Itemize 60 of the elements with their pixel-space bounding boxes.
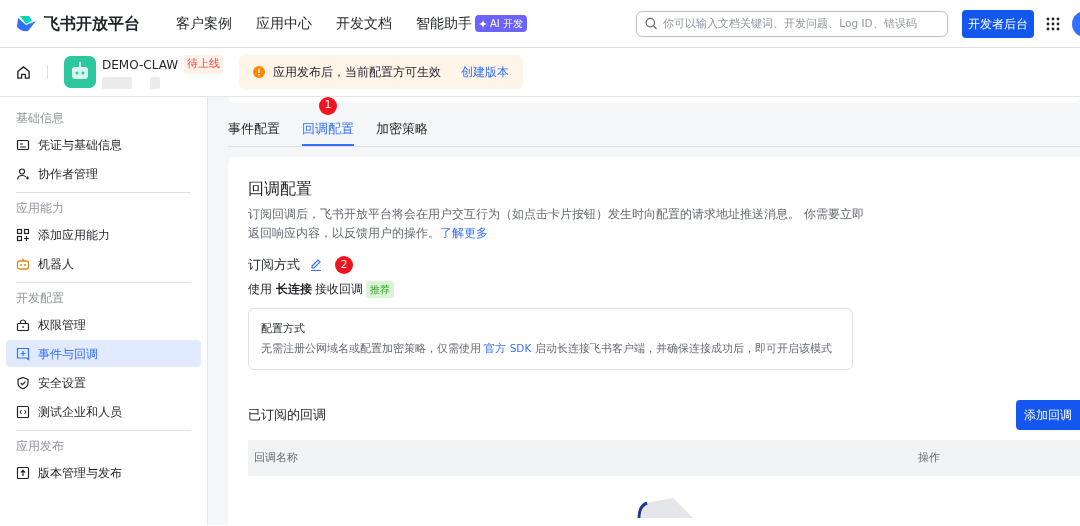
code-icon xyxy=(16,404,30,419)
tab[interactable]: 加密策略 xyxy=(376,118,428,146)
app-name: DEMO-CLAW xyxy=(102,56,179,74)
add-callback-button[interactable]: 添加回调 xyxy=(1016,400,1080,430)
edit-icon[interactable] xyxy=(309,257,323,272)
avatar-icon[interactable] xyxy=(1072,10,1080,37)
sidebar-item[interactable]: 机器人 xyxy=(6,250,201,277)
logo-icon xyxy=(16,14,38,33)
add-user-icon xyxy=(16,166,30,181)
developer-console-button[interactable]: 开发者后台 xyxy=(962,9,1034,38)
create-version-link[interactable]: 创建版本 xyxy=(461,63,510,81)
warning-icon xyxy=(253,66,266,78)
step-marker: 2 xyxy=(335,255,353,274)
event-icon xyxy=(16,346,30,361)
sidebar-item[interactable]: 权限管理 xyxy=(6,311,201,338)
sidebar-item[interactable]: 协作者管理 xyxy=(6,160,201,187)
mode-text: 使用 长连接 接收回调 xyxy=(248,280,364,298)
group-title: 应用发布 xyxy=(15,438,65,455)
sparkle-icon xyxy=(479,19,487,28)
sidebar-item[interactable]: 安全设置 xyxy=(6,369,201,396)
panel-title: 回调配置 xyxy=(248,178,313,200)
nav-link[interactable]: 应用中心 xyxy=(256,13,312,34)
recommended-tag: 推荐 xyxy=(366,280,395,298)
group-title: 开发配置 xyxy=(15,290,65,307)
step-marker: 1 xyxy=(319,97,337,115)
ai-badge: AI 开发 xyxy=(475,15,527,32)
sidebar-item[interactable]: 凭证与基础信息 xyxy=(6,131,201,158)
grid-icon xyxy=(16,227,30,242)
group-title: 应用能力 xyxy=(15,200,65,217)
nav-link[interactable]: 智能助手 xyxy=(416,13,472,34)
upload-icon xyxy=(16,465,30,480)
sidebar-item[interactable]: 测试企业和人员 xyxy=(6,398,201,425)
search-icon xyxy=(645,17,658,30)
shield-icon xyxy=(16,375,30,390)
sidebar-item[interactable]: 版本管理与发布 xyxy=(6,459,201,486)
robot-icon xyxy=(16,256,30,271)
sidebar-item[interactable]: 添加应用能力 xyxy=(6,221,201,248)
sdk-link[interactable]: 官方 SDK xyxy=(484,342,532,355)
section-title: 订阅方式 xyxy=(248,256,300,274)
status-tag: 待上线 xyxy=(184,55,224,74)
brand-name[interactable]: 飞书开放平台 xyxy=(44,11,140,36)
panel-description: 订阅回调后，飞书开放平台将会在用户交互行为（如点击卡片按钮）发生时向配置的请求地址推送消息。 你需要立即返回响应内容，以反馈用户的操作。了解更多 xyxy=(248,206,865,242)
notice-text: 应用发布后，当前配置方可生效 xyxy=(273,64,442,81)
nav-link[interactable]: 开发文档 xyxy=(336,13,392,34)
home-icon[interactable] xyxy=(16,64,31,80)
column-header: 操作 xyxy=(918,449,940,466)
tab[interactable]: 事件配置 xyxy=(228,118,280,146)
column-header: 回调名称 xyxy=(253,449,299,466)
nav-link[interactable]: 客户案例 xyxy=(176,13,232,34)
group-title: 基础信息 xyxy=(15,110,65,127)
section-title: 已订阅的回调 xyxy=(248,406,326,425)
robot-icon xyxy=(64,56,96,88)
config-text: 无需注册公网域名或配置加密策略，仅需使用 官方 SDK 启动长连接飞书客户端，并确保连接成功后，即可开启该模式 xyxy=(261,341,833,357)
sidebar-item[interactable]: 事件与回调 xyxy=(6,340,201,367)
lock-icon xyxy=(16,317,30,332)
search-field[interactable]: 你可以输入文档关键词、开发问题、Log ID、错误码 xyxy=(636,10,948,37)
learn-more-link[interactable]: 了解更多 xyxy=(440,226,488,240)
apps-menu-icon[interactable] xyxy=(1046,16,1060,31)
config-title: 配置方式 xyxy=(261,320,306,337)
id-card-icon xyxy=(16,137,30,152)
